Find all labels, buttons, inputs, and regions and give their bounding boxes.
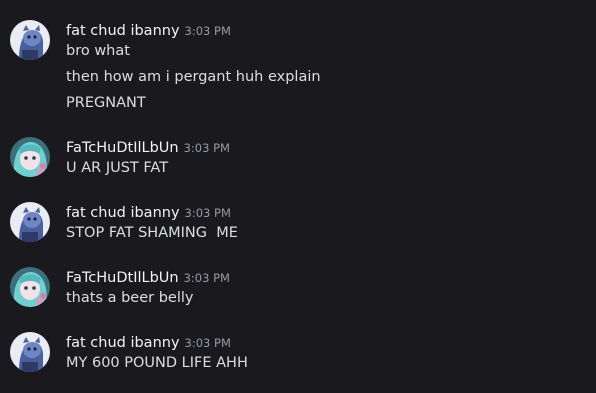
username[interactable]: fat chud ibanny xyxy=(66,23,180,39)
message-text: STOP FAT SHAMING ME xyxy=(66,225,238,241)
username[interactable]: FaTcHuDtIlLbUn xyxy=(66,140,179,156)
username[interactable]: fat chud ibanny xyxy=(66,205,180,221)
message-text: then how am i pergant huh explain xyxy=(66,69,321,85)
message-header: fat chud ibanny 3:03 PM xyxy=(66,20,231,40)
timestamp[interactable]: 3:03 PM xyxy=(185,206,231,220)
teal-haired-character-avatar-icon xyxy=(10,137,50,177)
message-text: PREGNANT xyxy=(66,95,146,111)
message-text: thats a beer belly xyxy=(66,290,194,306)
message-text: U AR JUST FAT xyxy=(66,160,169,176)
message-text: bro what xyxy=(66,43,130,59)
message-header: FaTcHuDtIlLbUn 3:03 PM xyxy=(66,137,230,157)
username[interactable]: FaTcHuDtIlLbUn xyxy=(66,270,179,286)
chat-message-list: fat chud ibanny 3:03 PM bro what then how… xyxy=(0,0,596,393)
teal-haired-character-avatar-icon xyxy=(10,267,50,307)
avatar[interactable] xyxy=(10,202,50,242)
timestamp[interactable]: 3:03 PM xyxy=(185,24,231,38)
blue-character-avatar-icon xyxy=(10,202,50,242)
avatar[interactable] xyxy=(10,267,50,307)
blue-character-avatar-icon xyxy=(10,20,50,60)
blue-character-avatar-icon xyxy=(10,332,50,372)
message-header: fat chud ibanny 3:03 PM xyxy=(66,202,231,222)
message-header: FaTcHuDtIlLbUn 3:03 PM xyxy=(66,267,230,287)
avatar[interactable] xyxy=(10,332,50,372)
timestamp[interactable]: 3:03 PM xyxy=(184,141,230,155)
username[interactable]: fat chud ibanny xyxy=(66,335,180,351)
message-text: MY 600 POUND LIFE AHH xyxy=(66,355,248,371)
avatar[interactable] xyxy=(10,137,50,177)
timestamp[interactable]: 3:03 PM xyxy=(184,271,230,285)
avatar[interactable] xyxy=(10,20,50,60)
timestamp[interactable]: 3:03 PM xyxy=(185,336,231,350)
message-header: fat chud ibanny 3:03 PM xyxy=(66,332,231,352)
